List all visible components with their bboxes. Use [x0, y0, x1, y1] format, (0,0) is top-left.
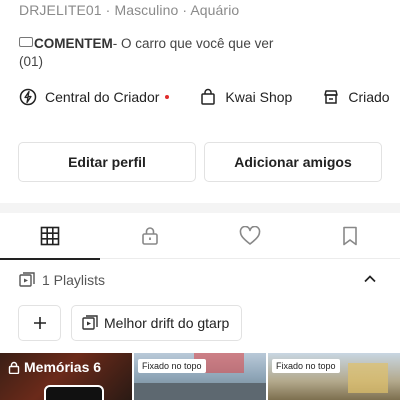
- tab-saved[interactable]: [300, 213, 400, 259]
- video-grid: Memórias 6 Fixado no topo Fixado no topo: [0, 353, 400, 400]
- bookmark-icon: [343, 226, 357, 246]
- add-friends-button[interactable]: Adicionar amigos: [204, 142, 382, 182]
- heart-icon: [239, 226, 261, 245]
- playlists-header[interactable]: 1 Playlists: [19, 272, 384, 288]
- playlist-icon: [19, 272, 35, 287]
- profile-meta: DRJELITE01 · Masculino · Aquário: [19, 2, 240, 18]
- kwai-shop-label: Kwai Shop: [225, 89, 293, 105]
- tab-grid[interactable]: [0, 213, 100, 260]
- creator-center-link[interactable]: Central do Criador: [19, 88, 170, 106]
- tab-liked[interactable]: [200, 213, 300, 259]
- store-icon: [324, 90, 339, 104]
- chevron-up-icon[interactable]: [363, 274, 377, 284]
- playlist-chip[interactable]: Melhor drift do gtarp: [71, 305, 243, 341]
- kwai-shop-link[interactable]: Kwai Shop: [199, 88, 292, 106]
- tab-private[interactable]: [100, 213, 200, 259]
- pinned-badge: Fixado no topo: [138, 359, 206, 373]
- memories-card-image: [44, 385, 104, 400]
- playlists-count: 1 Playlists: [42, 272, 106, 288]
- profile-links: Central do Criador Kwai Shop Criado: [19, 88, 400, 106]
- thumbnail-image: [348, 363, 388, 393]
- lightning-icon: [19, 88, 37, 106]
- creator-center-label: Central do Criador: [45, 89, 160, 105]
- memories-text: Memórias 6: [24, 359, 102, 375]
- add-playlist-button[interactable]: [18, 305, 61, 341]
- profile-tabs: [0, 213, 400, 260]
- video-thumbnail[interactable]: Fixado no topo: [268, 353, 400, 400]
- bio-text-line2: (01): [19, 54, 44, 69]
- bio-highlight: COMENTEM: [34, 36, 113, 51]
- creator-store-link[interactable]: Criado: [322, 88, 390, 106]
- profile-bio: COMENTEM- O carro que você que ver (01): [19, 35, 359, 71]
- playlist-icon: [82, 315, 98, 330]
- creator-store-label: Criado: [348, 89, 390, 105]
- video-thumbnail[interactable]: Fixado no topo: [134, 353, 266, 400]
- playlist-chip-label: Melhor drift do gtarp: [104, 315, 230, 331]
- grid-icon: [40, 226, 60, 246]
- edit-profile-button[interactable]: Editar perfil: [18, 142, 196, 182]
- memories-thumbnail[interactable]: Memórias 6: [0, 353, 132, 400]
- notification-dot: [165, 95, 170, 99]
- bio-text: - O carro que você que ver: [112, 36, 274, 51]
- section-separator: [0, 203, 400, 213]
- lock-icon: [8, 361, 20, 374]
- plus-icon: [33, 317, 46, 329]
- thumbnail-image-road: [134, 383, 266, 400]
- pinned-badge: Fixado no topo: [272, 359, 340, 373]
- speech-icon: [19, 37, 33, 47]
- memories-label: Memórias 6: [8, 359, 101, 375]
- lock-icon: [142, 227, 158, 245]
- playlists-row: Melhor drift do gtarp: [18, 305, 243, 341]
- shopping-bag-icon: [201, 88, 216, 105]
